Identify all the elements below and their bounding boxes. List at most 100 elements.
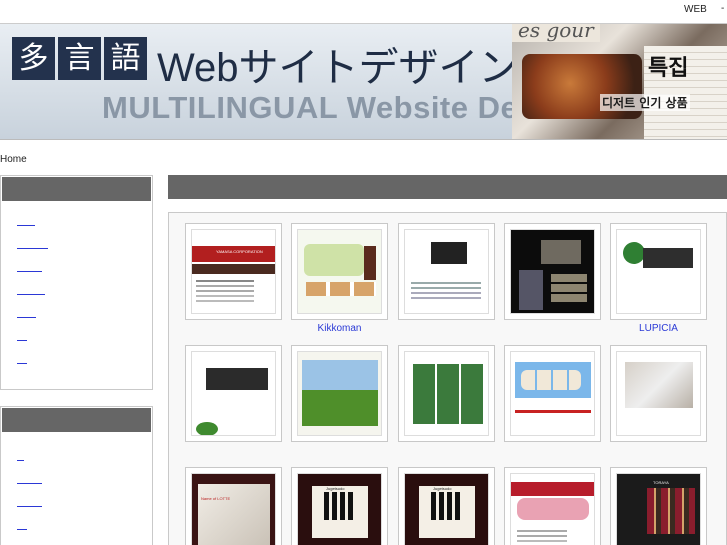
kanji-block: 言 [58,37,101,80]
site-screenshot [297,229,382,314]
site-screenshot: YAMASA CORPORATION [191,229,276,314]
screenshot-house [643,248,693,268]
site-screenshot: TORAYA [616,473,701,545]
gallery-thumbnail-8[interactable] [398,345,495,442]
collage-text-dessert: 디저트 인기 상품 [600,94,690,111]
sidebar-link[interactable] [17,451,24,461]
screenshot-photo [198,484,270,545]
caption-lupicia[interactable]: LUPICIA [610,323,707,334]
list-item [17,308,152,331]
screenshot-text-lines [411,282,481,284]
list-item [17,331,152,354]
sidebar-link[interactable] [17,520,27,530]
screenshot-sweets-box [647,488,695,534]
screenshot-calligraphy [324,492,356,520]
banner-title: Webサイトデザイン [157,46,519,90]
top-bar: WEB - [0,0,727,22]
site-screenshot [191,351,276,436]
header-banner: 多 言 語 Webサイトデザイン MULTILINGUAL Website De… [0,23,727,140]
screenshot-bush [196,422,218,435]
collage-text-gourmet: es gour [512,24,600,42]
screenshot-tree [623,242,645,264]
site-screenshot: Name of LOTTE [191,473,276,545]
sidebar-link-list [1,433,152,545]
collage-text-feature: 특집 [648,56,689,81]
screenshot-house [206,368,268,390]
list-item [17,451,152,474]
sidebar-box-2 [0,406,153,545]
screenshot-text-lines [196,280,255,282]
kanji-blocks: 多 言 語 [12,37,147,80]
sidebar-link[interactable] [17,331,27,341]
separator: - [721,3,725,14]
gallery-thumbnail-14[interactable] [504,467,601,545]
screenshot-food-row [521,370,581,390]
screenshot-photo-strip [551,274,587,304]
sidebar-link[interactable] [17,497,42,507]
sidebar-link-list [1,202,152,377]
screenshot-tea-field [302,390,378,426]
screenshot-photo [625,362,693,408]
sidebar-box-header [2,177,151,201]
gallery-thumbnail-4[interactable] [504,223,601,320]
sidebar-box-header [2,408,151,432]
gallery-thumbnail-13[interactable]: Jugetsudo [398,467,495,545]
gallery-thumbnail-3[interactable] [398,223,495,320]
screenshot-map [304,244,364,276]
screenshot-photo [431,242,467,264]
kanji-block: 多 [12,37,55,80]
sidebar-link[interactable] [17,262,42,272]
site-screenshot [510,473,595,545]
kanji-block: 語 [104,37,147,80]
screenshot-text-lines [517,530,567,532]
gallery-thumbnail-15[interactable]: TORAYA [610,467,707,545]
screenshot-calligraphy [431,492,463,520]
sidebar-link[interactable] [17,216,35,226]
main-section-header [168,175,727,199]
screenshot-divider [515,410,591,413]
site-screenshot [616,351,701,436]
banner-collage-image: es gour 특집 디저트 인기 상품 [512,24,727,139]
thumb-text: Jugetsudo [433,486,452,491]
gallery-thumbnail-10[interactable] [610,345,707,442]
screenshot-sweets [517,498,589,520]
list-item [17,520,152,543]
sidebar-link[interactable] [17,474,42,484]
gallery-thumbnail-kikkoman[interactable] [291,223,388,320]
list-item [17,262,152,285]
thumb-text: Name of LOTTE [201,496,231,501]
thumb-text: YAMASA CORPORATION [216,249,263,254]
list-item [17,216,152,239]
gallery-thumbnail-6[interactable] [185,345,282,442]
list-item [17,285,152,308]
sidebar-link[interactable] [17,354,27,364]
screenshot-header [511,482,594,496]
thumb-text: Jugetsudo [326,486,345,491]
gallery-thumbnail-lupicia[interactable] [610,223,707,320]
sidebar-link[interactable] [17,285,45,295]
sidebar-link[interactable] [17,308,36,318]
gallery-thumbnail-7[interactable] [291,345,388,442]
gallery-panel: YAMASA CORPORATION Kikkoman LUPICIA Name… [168,212,727,545]
site-screenshot [404,351,489,436]
gallery-thumbnail-12[interactable]: Jugetsudo [291,467,388,545]
gallery-thumbnail-9[interactable] [504,345,601,442]
sidebar-link[interactable] [17,239,48,249]
gallery-thumbnail-11[interactable]: Name of LOTTE [185,467,282,545]
site-screenshot [510,229,595,314]
screenshot-band [192,264,275,274]
list-item [17,239,152,262]
list-item [17,497,152,520]
screenshot-photo-strip [413,364,483,424]
site-screenshot [404,229,489,314]
sidebar-box-1 [0,175,153,390]
site-screenshot: Jugetsudo [404,473,489,545]
gallery-thumbnail-yamasa[interactable]: YAMASA CORPORATION [185,223,282,320]
breadcrumb-home: Home [0,154,27,165]
screenshot-food-row [306,282,376,296]
caption-kikkoman[interactable]: Kikkoman [291,323,388,334]
site-screenshot [297,351,382,436]
web-link[interactable]: WEB [684,4,707,15]
screenshot-map [519,270,543,310]
breadcrumb: Home [0,154,27,165]
